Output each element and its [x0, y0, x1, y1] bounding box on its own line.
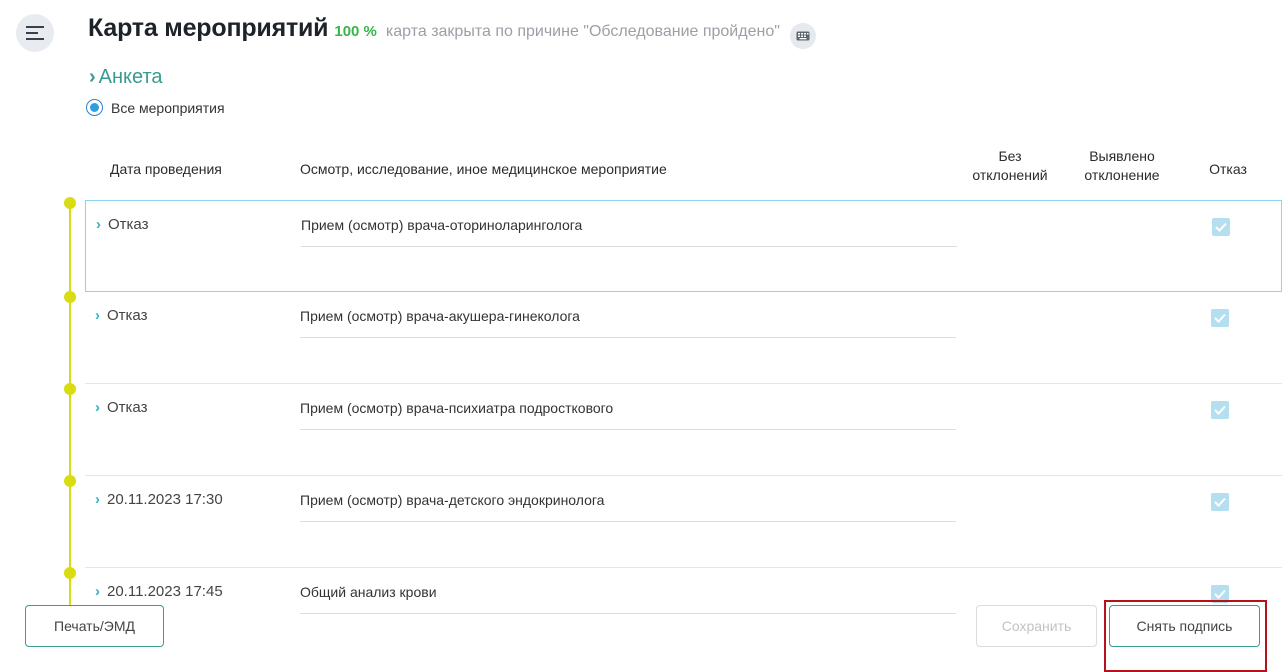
anketa-toggle[interactable]: › Анкета: [89, 66, 163, 89]
refuse-checkbox[interactable]: [1211, 493, 1229, 511]
refuse-checkbox[interactable]: [1211, 401, 1229, 419]
page-title: Карта мероприятий: [88, 14, 329, 42]
print-emd-button[interactable]: Печать/ЭМД: [25, 605, 164, 647]
row-event-name: Прием (осмотр) врача-детского эндокринол…: [300, 492, 956, 522]
column-header-date: Дата проведения: [110, 161, 222, 177]
table-row[interactable]: › Отказ Прием (осмотр) врача-психиатра по…: [85, 384, 1282, 476]
table-row[interactable]: › Отказ Прием (осмотр) врача-оториноларин…: [85, 200, 1282, 292]
page-header: Карта мероприятий 100 % карта закрыта по…: [88, 14, 816, 49]
row-date: 20.11.2023 17:30: [107, 491, 223, 508]
chevron-right-icon[interactable]: ›: [95, 399, 100, 416]
completion-percent: 100 %: [334, 23, 377, 40]
chevron-right-icon[interactable]: ›: [95, 491, 100, 508]
events-table: › Отказ Прием (осмотр) врача-оториноларин…: [85, 200, 1282, 620]
anketa-label: Анкета: [98, 66, 163, 88]
timeline-dot: [64, 475, 76, 487]
timeline-dot: [64, 567, 76, 579]
chevron-right-icon: ›: [89, 66, 96, 88]
row-event-name: Прием (осмотр) врача-оториноларинголога: [301, 217, 957, 247]
timeline-dot: [64, 291, 76, 303]
keyboard-icon[interactable]: [789, 23, 816, 49]
timeline-dot: [64, 383, 76, 395]
timeline-dot: [64, 197, 76, 209]
hamburger-menu-icon: [26, 26, 44, 40]
radio-button[interactable]: [86, 99, 103, 116]
table-row[interactable]: › Отказ Прием (осмотр) врача-акушера-гине…: [85, 292, 1282, 384]
row-event-name: Прием (осмотр) врача-психиатра подростко…: [300, 400, 956, 430]
column-header-name: Осмотр, исследование, иное медицинское м…: [300, 161, 667, 177]
all-events-radio[interactable]: Все мероприятия: [86, 99, 225, 116]
card-status-text: карта закрыта по причине "Обследование п…: [385, 23, 780, 40]
refuse-checkbox[interactable]: [1211, 309, 1229, 327]
row-date: Отказ: [108, 216, 149, 233]
column-header-refuse: Отказ: [1209, 161, 1247, 177]
chevron-right-icon[interactable]: ›: [95, 307, 100, 324]
highlight-frame: [1104, 600, 1267, 672]
table-row[interactable]: › 20.11.2023 17:30 Прием (осмотр) врача-д…: [85, 476, 1282, 568]
chevron-right-icon[interactable]: ›: [96, 216, 101, 233]
row-date: Отказ: [107, 307, 148, 324]
row-event-name: Общий анализ крови: [300, 584, 956, 614]
row-event-name: Прием (осмотр) врача-акушера-гинеколога: [300, 308, 956, 338]
all-events-label: Все мероприятия: [111, 99, 225, 116]
row-date: 20.11.2023 17:45: [107, 583, 223, 600]
chevron-right-icon[interactable]: ›: [95, 583, 100, 600]
menu-button[interactable]: [16, 14, 54, 52]
column-header-deviation: Выявлено отклонение: [1084, 148, 1160, 183]
column-header-no-deviation: Без отклонений: [972, 148, 1048, 183]
save-button[interactable]: Сохранить: [976, 605, 1097, 647]
row-date: Отказ: [107, 399, 148, 416]
table-row[interactable]: › 20.11.2023 17:45 Общий анализ крови: [85, 568, 1282, 620]
refuse-checkbox[interactable]: [1212, 218, 1230, 236]
